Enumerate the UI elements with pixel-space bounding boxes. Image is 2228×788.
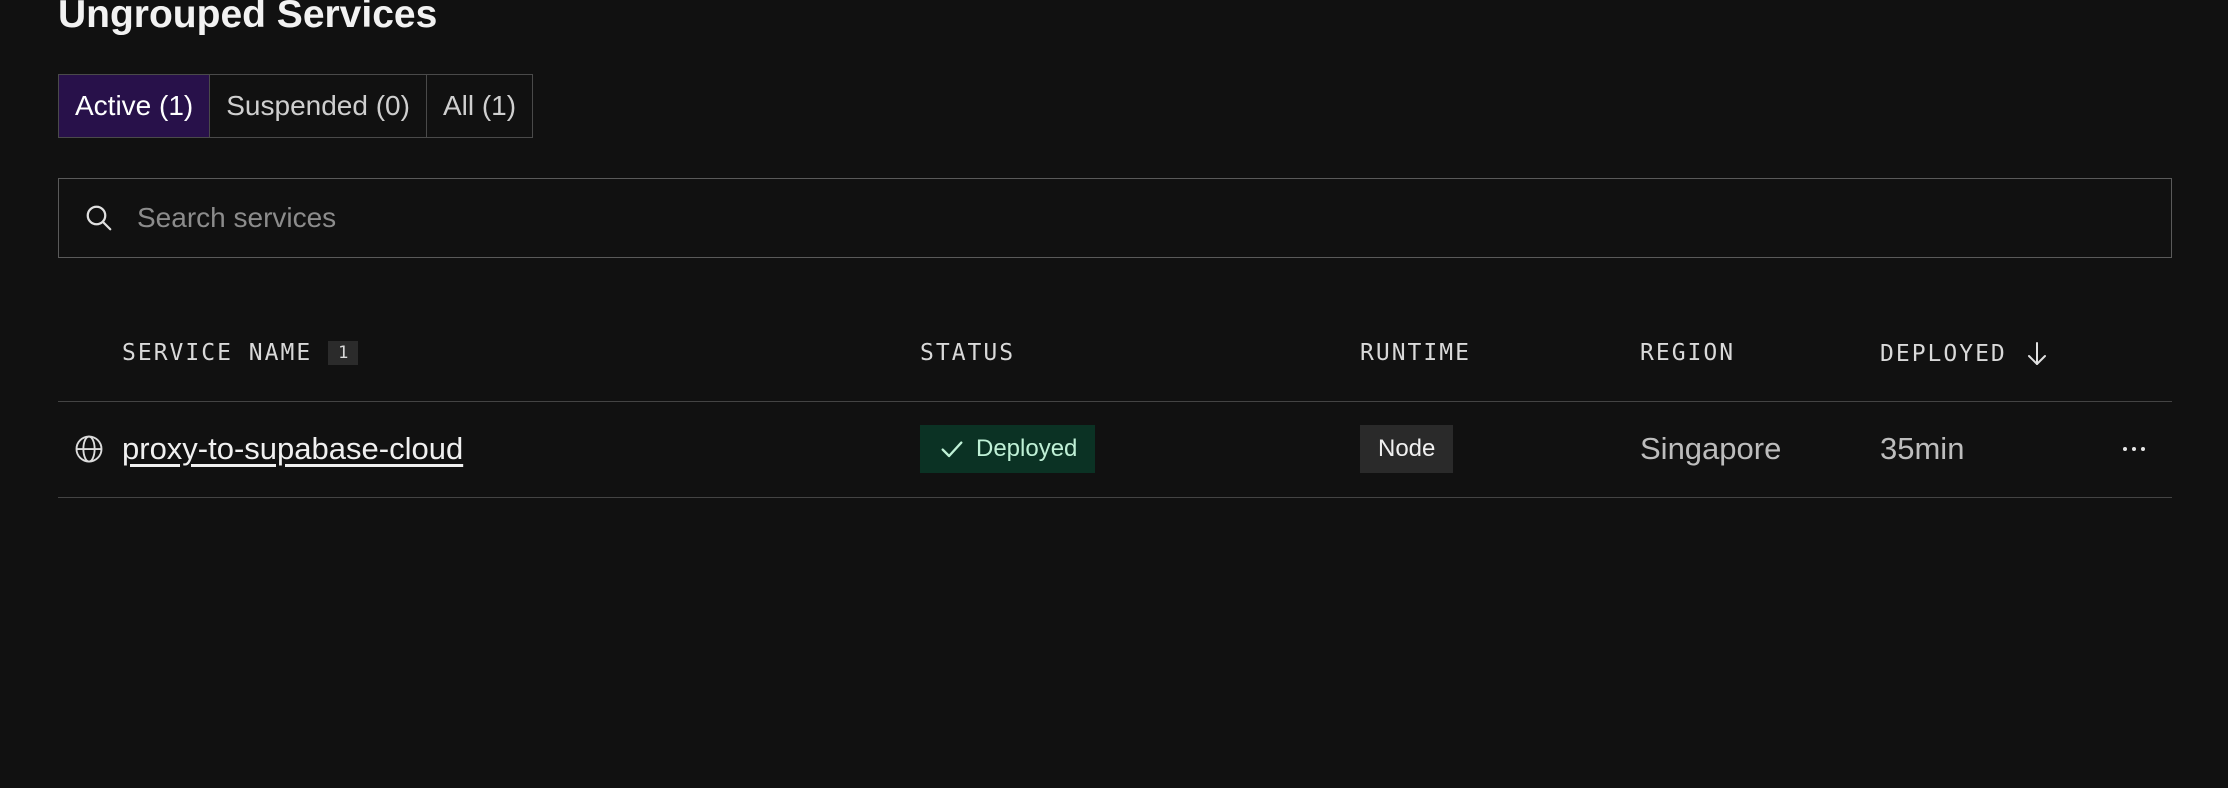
column-header-runtime[interactable]: RUNTIME bbox=[1360, 340, 1471, 366]
column-label-runtime: RUNTIME bbox=[1360, 340, 1471, 366]
status-cell: Deployed bbox=[920, 402, 1096, 496]
more-horizontal-icon[interactable] bbox=[2114, 429, 2154, 469]
table-row[interactable]: proxy-to-supabase-cloud Deployed Node Si… bbox=[58, 402, 2172, 498]
runtime-cell: Node bbox=[1360, 402, 1454, 496]
column-label-deployed: DEPLOYED bbox=[1880, 341, 2007, 367]
arrow-down-icon[interactable] bbox=[2025, 340, 2049, 368]
column-label-service-name: SERVICE NAME bbox=[122, 340, 313, 366]
page-title: Ungrouped Services bbox=[58, 0, 438, 36]
column-header-deployed[interactable]: DEPLOYED bbox=[1880, 340, 2049, 368]
tab-suspended[interactable]: Suspended (0) bbox=[210, 75, 427, 137]
tab-active[interactable]: Active (1) bbox=[59, 75, 211, 137]
globe-icon bbox=[74, 434, 104, 464]
services-page: Ungrouped Services Active (1) Suspended … bbox=[0, 0, 2228, 788]
status-label: Deployed bbox=[976, 435, 1078, 462]
service-name-link[interactable]: proxy-to-supabase-cloud bbox=[122, 431, 463, 467]
search-input[interactable] bbox=[135, 178, 2171, 258]
services-table: SERVICE NAME 1 STATUS RUNTIME REGION DEP… bbox=[58, 320, 2172, 498]
column-header-service-name[interactable]: SERVICE NAME 1 bbox=[122, 340, 359, 366]
column-label-region: REGION bbox=[1640, 340, 1736, 366]
runtime-badge: Node bbox=[1360, 425, 1454, 473]
status-badge: Deployed bbox=[920, 425, 1096, 473]
column-header-region[interactable]: REGION bbox=[1640, 340, 1735, 366]
table-header: SERVICE NAME 1 STATUS RUNTIME REGION DEP… bbox=[58, 320, 2172, 402]
service-name-cell: proxy-to-supabase-cloud bbox=[122, 402, 463, 496]
service-type-cell bbox=[74, 402, 104, 496]
search-box bbox=[58, 178, 2172, 258]
tab-all[interactable]: All (1) bbox=[427, 75, 532, 137]
row-actions-cell bbox=[2114, 402, 2154, 496]
column-label-status: STATUS bbox=[920, 340, 1016, 366]
deployed-cell: 35min bbox=[1880, 431, 1965, 466]
region-cell: Singapore bbox=[1640, 431, 1782, 466]
service-count-badge: 1 bbox=[328, 341, 359, 365]
status-filter-tabs: Active (1) Suspended (0) All (1) bbox=[58, 74, 534, 138]
column-header-status[interactable]: STATUS bbox=[920, 340, 1015, 366]
check-icon bbox=[938, 435, 966, 463]
search-icon bbox=[81, 200, 117, 236]
